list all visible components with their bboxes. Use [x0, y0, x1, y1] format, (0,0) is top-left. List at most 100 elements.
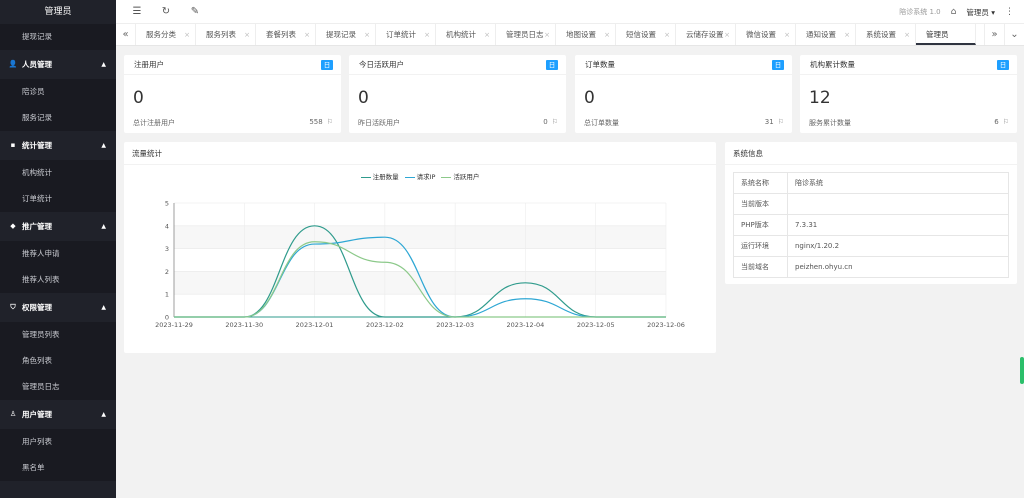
stat-value: 0 [358, 88, 369, 108]
info-value: 陪诊系统 [787, 172, 1009, 194]
y-tick-label: 3 [165, 245, 169, 253]
close-icon[interactable]: × [604, 24, 610, 45]
tab-label: 地图设置 [566, 30, 596, 39]
system-info-panel: 系统信息 系统名称 陪诊系统 当前版本 PHP版本 7.3.31 运行环境 nginx/1.… [725, 142, 1017, 284]
person-icon: 👤 [8, 60, 18, 68]
system-info-row: 当前版本 [733, 193, 1009, 215]
grid-band [174, 225, 666, 249]
sidebar-item[interactable]: 陪诊员 [0, 79, 116, 105]
menu-toggle-icon[interactable]: ☰ [130, 5, 144, 19]
close-icon[interactable]: × [904, 24, 910, 45]
tab-dropdown-icon[interactable]: ⌄ [1004, 24, 1024, 45]
sidebar-group-label: 推广管理 [22, 222, 52, 231]
close-icon[interactable]: × [544, 24, 550, 45]
header-right: 陪诊系统 1.0 ⌂ 管理员 ▾ ⋮ [899, 0, 1014, 24]
close-icon[interactable]: × [664, 24, 670, 45]
sidebar-item[interactable]: 角色列表 [0, 348, 116, 374]
grid-band [174, 271, 666, 295]
tab[interactable]: 通知设置 × [796, 24, 856, 45]
tab[interactable]: 管理员 [916, 24, 976, 45]
more-icon[interactable]: ⋮ [1005, 7, 1014, 17]
close-icon[interactable]: × [424, 24, 430, 45]
tab-label: 管理员 [926, 30, 949, 39]
x-tick-label: 2023-11-30 [225, 321, 263, 329]
stat-card: 订单数量 日 0 总订单数量 31 ⚐ [575, 55, 792, 133]
close-icon[interactable]: × [724, 24, 730, 45]
sidebar-group[interactable]: ♙ 用户管理 ▲ [0, 400, 116, 429]
tab[interactable]: 机构统计 × [436, 24, 496, 45]
sidebar-item[interactable]: 黑名单 [0, 455, 116, 481]
sidebar-group[interactable]: 👤 人员管理 ▲ [0, 50, 116, 79]
stat-value: 12 [809, 88, 831, 108]
y-tick-label: 1 [165, 291, 169, 299]
flag-icon: ⚐ [326, 118, 333, 126]
sidebar-item[interactable]: 推荐人列表 [0, 267, 116, 293]
tab[interactable]: 系统设置 × [856, 24, 916, 45]
tab-scroll-left-icon[interactable]: « [116, 24, 136, 45]
tab[interactable]: 提现记录 × [316, 24, 376, 45]
stat-foot-value: 31 [764, 118, 774, 126]
close-icon[interactable]: × [244, 24, 250, 45]
sidebar-group[interactable]: ⛉ 权限管理 ▲ [0, 293, 116, 322]
sidebar-item[interactable]: 管理员日志 [0, 374, 116, 400]
sidebar-group[interactable]: ◆ 推广管理 ▲ [0, 212, 116, 241]
sidebar-item[interactable]: 机构统计 [0, 160, 116, 186]
tab[interactable]: 管理员日志 × [496, 24, 556, 45]
system-info-row: 系统名称 陪诊系统 [733, 172, 1009, 194]
close-icon[interactable]: × [784, 24, 790, 45]
system-info-table: 系统名称 陪诊系统 当前版本 PHP版本 7.3.31 运行环境 nginx/1.20.2 当… [733, 172, 1009, 278]
sidebar-menu: 提现记录 👤 人员管理 ▲ 陪诊员 服务记录 ▪ 统计管理 ▲ 机构统计 订单统计 ◆ 推广管理 ▲ 推荐人… [0, 24, 116, 481]
stat-foot-value: 6 [994, 118, 999, 126]
sidebar-item[interactable]: 提现记录 [0, 24, 116, 50]
sidebar-item[interactable]: 推荐人申请 [0, 241, 116, 267]
chat-icon: ▪ [10, 141, 16, 149]
close-icon[interactable]: × [844, 24, 850, 45]
tag-icon[interactable]: ⌂ [951, 7, 957, 17]
system-info-row: 当前域名 peizhen.ohyu.cn [733, 256, 1009, 278]
stat-foot-right: 558 ⚐ [309, 118, 333, 128]
tab[interactable]: 短信设置 × [616, 24, 676, 45]
sidebar-item[interactable]: 管理员列表 [0, 322, 116, 348]
close-icon[interactable]: × [304, 24, 310, 45]
sidebar-item[interactable]: 用户列表 [0, 429, 116, 455]
scroll-indicator[interactable] [1020, 357, 1024, 384]
stat-foot-right: 0 ⚐ [543, 118, 558, 128]
caret-up-icon: ▲ [101, 61, 106, 68]
clear-cache-icon[interactable]: ✎ [188, 5, 202, 19]
close-icon[interactable]: × [364, 24, 370, 45]
tab-label: 管理员日志 [506, 30, 544, 39]
x-tick-label: 2023-12-01 [296, 321, 334, 329]
sidebar-item[interactable]: 订单统计 [0, 186, 116, 212]
tab[interactable]: 服务分类 × [136, 24, 196, 45]
stat-foot-label: 服务累计数量 [809, 119, 851, 127]
tab[interactable]: 地图设置 × [556, 24, 616, 45]
info-key: 当前版本 [733, 193, 788, 215]
close-icon[interactable]: × [484, 24, 490, 45]
tab[interactable]: 微信设置 × [736, 24, 796, 45]
traffic-panel: 流量统计 注册数量 请求IP 活跃用户 0 1 2 3 4 5 2023-11-29 2023-1… [124, 142, 716, 353]
stat-foot-right: 6 ⚐ [994, 118, 1009, 128]
tab[interactable]: 云储存设置 × [676, 24, 736, 45]
sidebar-group[interactable]: ▪ 统计管理 ▲ [0, 131, 116, 160]
stat-footer: 总订单数量 31 ⚐ [584, 118, 784, 128]
tab-label: 套餐列表 [266, 30, 296, 39]
caret-up-icon: ▲ [101, 411, 106, 418]
tab-scroll-right-icon[interactable]: » [984, 24, 1004, 45]
tab[interactable]: 套餐列表 × [256, 24, 316, 45]
stat-title: 机构累计数量 [810, 60, 855, 69]
sidebar-group-label: 权限管理 [22, 303, 52, 312]
user-menu[interactable]: 管理员 ▾ [966, 7, 995, 18]
close-icon[interactable]: × [184, 24, 190, 45]
tab-label: 微信设置 [746, 30, 776, 39]
tab[interactable]: 服务列表 × [196, 24, 256, 45]
refresh-icon[interactable]: ↻ [159, 5, 173, 19]
tab-label: 短信设置 [626, 30, 656, 39]
tab[interactable]: 订单统计 × [376, 24, 436, 45]
system-version: 陪诊系统 1.0 [899, 8, 941, 16]
sidebar-item[interactable]: 服务记录 [0, 105, 116, 131]
caret-up-icon: ▲ [101, 223, 106, 230]
stat-footer: 服务累计数量 6 ⚐ [809, 118, 1009, 128]
stat-title: 订单数量 [585, 60, 615, 69]
y-tick-label: 5 [165, 200, 169, 208]
x-tick-label: 2023-11-29 [155, 321, 193, 329]
